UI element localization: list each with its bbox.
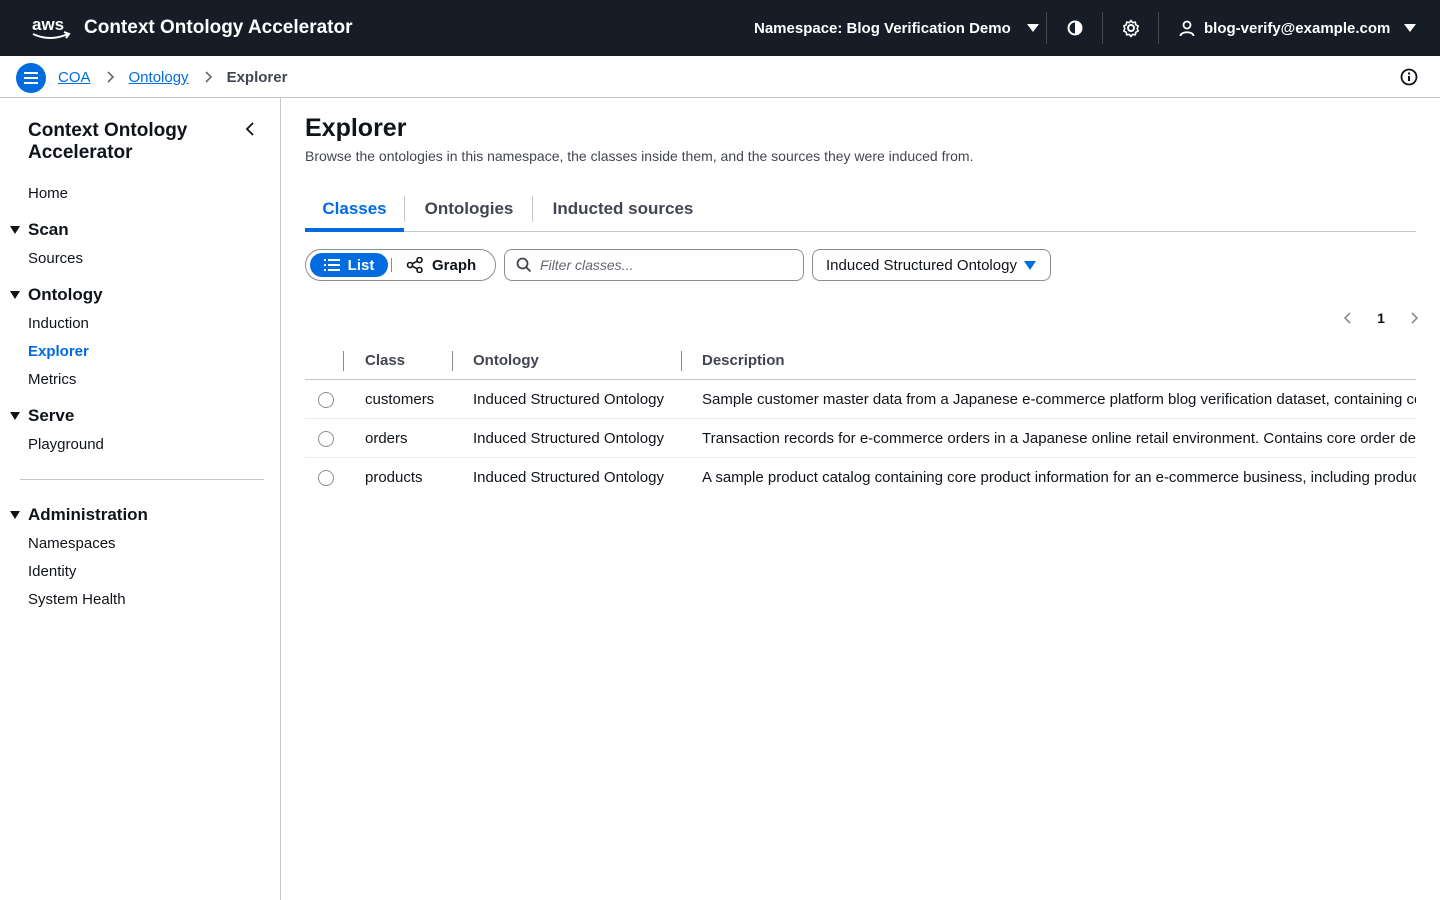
tab-ontologies[interactable]: Ontologies (405, 190, 533, 232)
hamburger-icon (24, 72, 38, 84)
graph-icon (406, 257, 423, 273)
breadcrumb-current: Explorer (226, 68, 288, 86)
divider (1046, 12, 1047, 44)
classes-table: Class Ontology Description customers Ind… (305, 343, 1416, 497)
chevron-right-icon (204, 71, 212, 83)
section-label: Administration (28, 505, 148, 524)
page-title: Explorer (305, 114, 407, 142)
previous-page-icon[interactable] (1341, 311, 1355, 325)
side-navigation-title[interactable]: Context Ontology Accelerator (28, 120, 228, 164)
graph-view-label: Graph (432, 256, 477, 274)
list-icon (323, 259, 340, 271)
sidebar-item-metrics[interactable]: Metrics (28, 371, 76, 388)
sidebar-item-home[interactable]: Home (28, 185, 68, 202)
table-row[interactable]: products Induced Structured Ontology A s… (305, 458, 1416, 497)
contrast-mode-icon[interactable] (1065, 18, 1085, 38)
column-resizer[interactable] (681, 351, 682, 371)
table-row[interactable]: customers Induced Structured Ontology Sa… (305, 380, 1416, 419)
sidebar-item-sources[interactable]: Sources (28, 250, 83, 267)
cell-description: A sample product catalog containing core… (702, 469, 1416, 486)
expand-triangle-icon (10, 226, 20, 234)
divider (1102, 12, 1103, 44)
page-number[interactable]: 1 (1377, 310, 1385, 326)
expand-triangle-icon (10, 511, 20, 519)
cell-ontology: Induced Structured Ontology (473, 430, 664, 447)
expand-triangle-icon (10, 291, 20, 299)
navigation-menu-button[interactable] (16, 63, 46, 93)
cell-ontology: Induced Structured Ontology (473, 469, 664, 486)
table-row[interactable]: orders Induced Structured Ontology Trans… (305, 419, 1416, 458)
divider (1158, 12, 1159, 44)
cell-ontology: Induced Structured Ontology (473, 391, 664, 408)
column-resizer[interactable] (452, 351, 453, 371)
sidebar-item-playground[interactable]: Playground (28, 436, 104, 453)
cell-class: products (365, 469, 423, 486)
caret-down-icon (1404, 24, 1417, 32)
sidebar-item-explorer[interactable]: Explorer (28, 343, 89, 360)
top-navigation: aws Context Ontology Accelerator Namespa… (0, 0, 1440, 56)
toggle-divider (391, 258, 392, 272)
aws-logo[interactable]: aws (30, 14, 74, 42)
cell-description: Transaction records for e-commerce order… (702, 430, 1416, 447)
list-view-label: List (347, 256, 375, 274)
sidebar-section-serve[interactable]: Serve (10, 406, 74, 426)
page-description: Browse the ontologies in this namespace,… (305, 148, 974, 164)
section-label: Ontology (28, 285, 103, 304)
row-select-radio[interactable] (318, 470, 334, 486)
search-icon (516, 257, 532, 273)
breadcrumb: COA Ontology Explorer (58, 56, 287, 98)
tab-inducted-sources[interactable]: Inducted sources (533, 190, 713, 232)
view-toggle: List Graph (305, 249, 496, 281)
breadcrumb-bar: COA Ontology Explorer (0, 56, 1440, 98)
sidebar-section-scan[interactable]: Scan (10, 220, 69, 240)
sidebar-item-identity[interactable]: Identity (28, 563, 76, 580)
column-header-class[interactable]: Class (365, 343, 405, 379)
column-header-description[interactable]: Description (702, 343, 785, 379)
sidebar-item-system-health[interactable]: System Health (28, 591, 126, 608)
breadcrumb-link-ontology[interactable]: Ontology (129, 69, 189, 86)
sidebar-item-induction[interactable]: Induction (28, 315, 89, 332)
pagination: 1 (1341, 308, 1421, 328)
info-icon[interactable] (1399, 67, 1419, 87)
sidebar-section-ontology[interactable]: Ontology (10, 285, 103, 305)
chevron-right-icon (106, 71, 114, 83)
column-resizer[interactable] (343, 351, 344, 371)
app-title[interactable]: Context Ontology Accelerator (84, 0, 353, 56)
main-content: Explorer Browse the ontologies in this n… (281, 98, 1440, 900)
section-label: Scan (28, 220, 69, 239)
sidebar-item-namespaces[interactable]: Namespaces (28, 535, 116, 552)
namespace-selector[interactable]: Namespace: Blog Verification Demo (754, 0, 1039, 56)
next-page-icon[interactable] (1407, 311, 1421, 325)
expand-triangle-icon (10, 412, 20, 420)
sidebar-section-administration[interactable]: Administration (10, 505, 148, 525)
tab-classes[interactable]: Classes (305, 190, 404, 232)
user-email: blog-verify@example.com (1204, 19, 1391, 37)
caret-down-icon (1026, 24, 1039, 32)
caret-down-icon (1024, 261, 1036, 270)
row-select-radio[interactable] (318, 431, 334, 447)
cell-description: Sample customer master data from a Japan… (702, 391, 1416, 408)
cell-class: orders (365, 430, 408, 447)
svg-text:aws: aws (32, 15, 64, 34)
user-menu[interactable]: blog-verify@example.com (1178, 0, 1417, 56)
column-header-ontology[interactable]: Ontology (473, 343, 539, 379)
graph-view-button[interactable]: Graph (406, 253, 486, 277)
side-navigation: Context Ontology Accelerator Home Scan S… (0, 98, 281, 900)
list-view-button[interactable]: List (310, 253, 388, 277)
cell-class: customers (365, 391, 435, 408)
collapse-sidebar-icon[interactable] (242, 120, 258, 138)
row-select-radio[interactable] (318, 392, 334, 408)
ontology-select[interactable]: Induced Structured Ontology (812, 249, 1051, 281)
user-icon (1179, 20, 1195, 37)
ontology-select-value: Induced Structured Ontology (826, 256, 1017, 274)
section-label: Serve (28, 406, 75, 425)
sidebar-divider (20, 479, 264, 480)
namespace-label: Namespace: Blog Verification Demo (754, 19, 1011, 37)
settings-gear-icon[interactable] (1121, 18, 1141, 38)
filter-classes-input[interactable] (540, 257, 780, 273)
table-header: Class Ontology Description (305, 343, 1416, 380)
tab-list: Classes Ontologies Inducted sources (305, 190, 1416, 232)
breadcrumb-link-coa[interactable]: COA (58, 69, 91, 86)
filter-classes-field (504, 249, 804, 281)
